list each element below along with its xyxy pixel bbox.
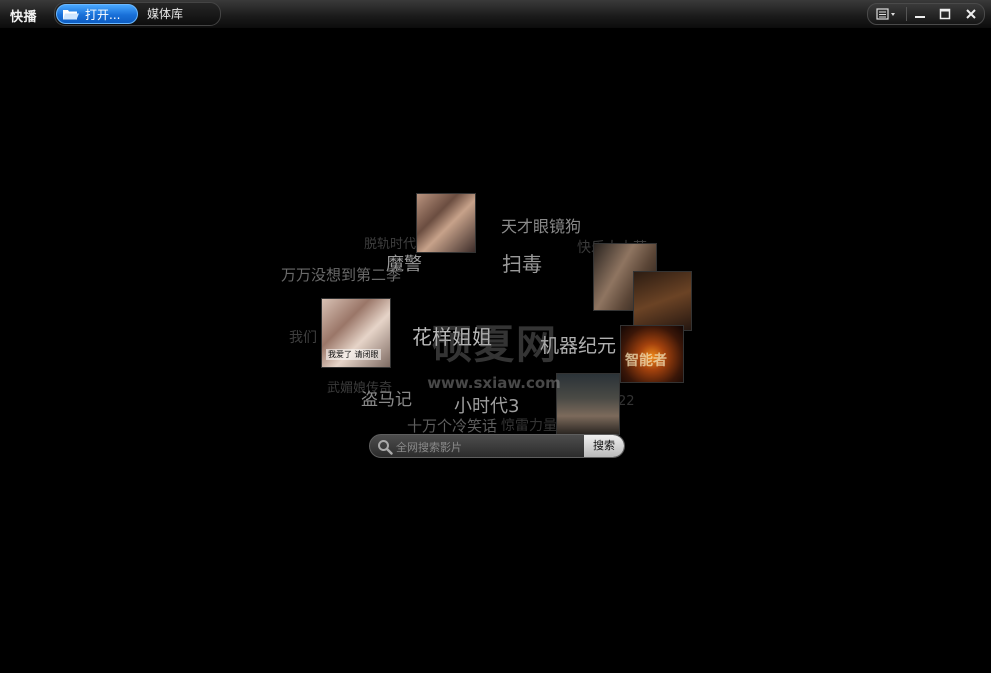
poster-1[interactable] (416, 193, 476, 253)
poster-3[interactable]: 我爱了 请闭眼 (321, 298, 391, 368)
cloud-word[interactable]: 扫毒 (502, 248, 542, 277)
poster-6[interactable] (556, 373, 620, 435)
recommendation-cloud: 脱轨时代 快乐大本营 我们 武媚娘传奇 惊雷力量 22 我爱了 请闭眼 智能者 … (0, 29, 991, 673)
watermark-url: www.sxiaw.com (427, 374, 561, 392)
cloud-word[interactable]: 十万个冷笑话 (407, 415, 497, 436)
close-button[interactable] (958, 4, 984, 24)
menu-button[interactable] (868, 4, 906, 24)
media-library-tab[interactable]: 媒体库 (147, 4, 217, 24)
cloud-word[interactable]: 我们 (289, 327, 317, 347)
search-icon (378, 440, 393, 455)
close-icon (966, 9, 976, 19)
window-controls (867, 3, 985, 25)
title-bar: 快播 打开... 媒体库 (0, 0, 991, 29)
cloud-word[interactable]: 万万没想到第二季 (281, 264, 401, 285)
minimize-icon (914, 16, 925, 18)
open-button[interactable]: 打开... (56, 4, 138, 24)
watermark: 硕夏网 (432, 322, 558, 368)
cloud-word[interactable]: 惊雷力量 (501, 415, 557, 435)
poster-caption: 我爱了 请闭眼 (326, 349, 381, 360)
menu-dropdown-icon (876, 8, 895, 20)
folder-open-icon (63, 9, 79, 19)
minimize-button[interactable] (907, 4, 933, 24)
search-bar: 搜索 (369, 434, 625, 458)
search-input[interactable] (394, 437, 583, 457)
maximize-icon (940, 8, 951, 20)
maximize-button[interactable] (932, 4, 958, 24)
poster-5[interactable]: 智能者 (620, 325, 684, 383)
app-logo: 快播 (10, 10, 38, 25)
poster-caption: 智能者 (625, 353, 667, 369)
open-button-label: 打开... (85, 7, 121, 22)
search-button[interactable]: 搜索 (584, 435, 624, 457)
poster-4[interactable] (633, 271, 692, 331)
top-tabs: 打开... 媒体库 (54, 2, 221, 26)
cloud-word[interactable]: 天才眼镜狗 (501, 213, 581, 237)
cloud-word[interactable]: 22 (618, 394, 635, 409)
cloud-word[interactable]: 盗马记 (361, 385, 412, 410)
